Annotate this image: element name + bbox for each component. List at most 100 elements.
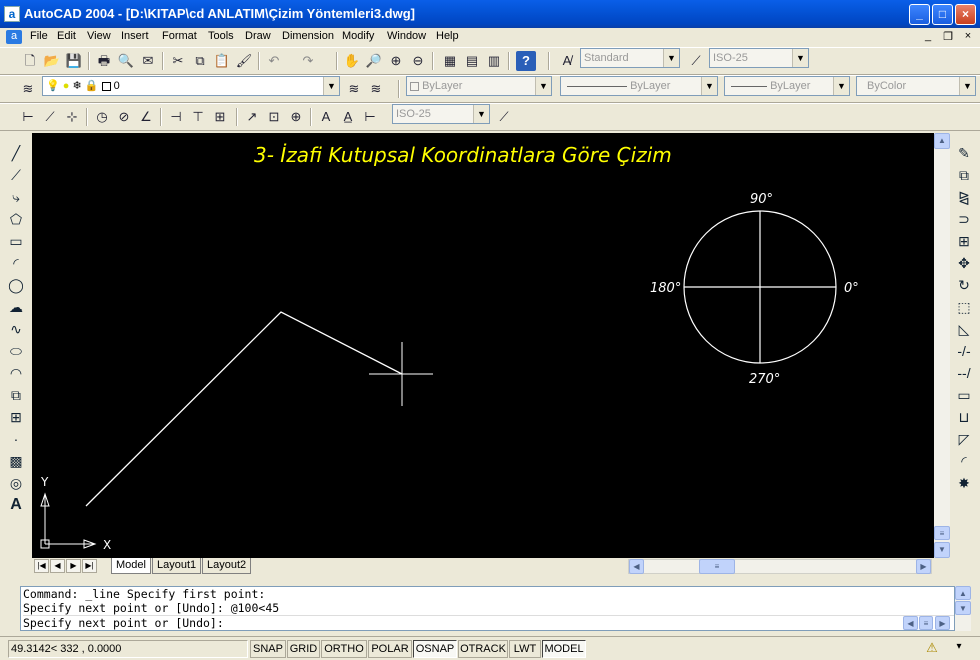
layer-select[interactable]: 💡 ● ❄ 🔒 0 ▼ bbox=[42, 76, 340, 96]
insert-block-icon[interactable]: ⧉ bbox=[5, 384, 27, 406]
cmd-h-thumb[interactable]: ≡ bbox=[919, 616, 933, 630]
scroll-up-icon[interactable]: ▲ bbox=[934, 133, 950, 149]
new-icon[interactable]: 🗋 bbox=[20, 51, 40, 71]
ortho-toggle[interactable]: ORTHO bbox=[321, 640, 367, 658]
design-center-icon[interactable]: ▤ bbox=[462, 51, 482, 71]
tolerance-icon[interactable]: ⊡ bbox=[264, 107, 284, 127]
hatch-icon[interactable]: ▩ bbox=[5, 450, 27, 472]
minimize-button[interactable]: _ bbox=[909, 4, 930, 25]
first-tab-icon[interactable]: |◀ bbox=[34, 559, 49, 573]
diameter-dimension-icon[interactable]: ⊘ bbox=[114, 107, 134, 127]
ordinate-dimension-icon[interactable]: ⊹ bbox=[62, 107, 82, 127]
zoom-previous-icon[interactable]: ⊖ bbox=[408, 51, 428, 71]
text-style-select[interactable]: Standard ▼ bbox=[580, 48, 680, 68]
last-tab-icon[interactable]: ▶| bbox=[82, 559, 97, 573]
paste-icon[interactable]: 📋 bbox=[212, 51, 232, 71]
explode-icon[interactable]: ✸ bbox=[953, 472, 975, 494]
osnap-toggle[interactable]: OSNAP bbox=[413, 640, 457, 658]
chevron-down-icon[interactable]: ▼ bbox=[473, 105, 489, 123]
erase-icon[interactable]: ✎ bbox=[953, 142, 975, 164]
scroll-thumb[interactable]: ≡ bbox=[934, 526, 950, 540]
cmd-scroll-down-icon[interactable]: ▼ bbox=[955, 601, 971, 615]
horizontal-scrollbar[interactable]: ◀ ≡ ▶ bbox=[628, 559, 932, 574]
trim-icon[interactable]: -/- bbox=[953, 340, 975, 362]
autocad-app-icon[interactable]: a bbox=[4, 6, 20, 22]
chamfer-icon[interactable]: ◸ bbox=[953, 428, 975, 450]
plot-style-select[interactable]: ByColor ▼ bbox=[856, 76, 976, 96]
tab-layout1[interactable]: Layout1 bbox=[152, 558, 202, 574]
make-object-layer-current-icon[interactable]: ≋ bbox=[344, 79, 364, 99]
close-button[interactable]: × bbox=[955, 4, 976, 25]
linear-dimension-icon[interactable]: ⊢ bbox=[18, 107, 38, 127]
doc-minimize-icon[interactable]: _ bbox=[920, 30, 936, 44]
drawing-canvas[interactable]: 3- İzafi Kutupsal Koordinatlara Göre Çiz… bbox=[32, 133, 934, 558]
break-at-point-icon[interactable]: ▭ bbox=[953, 384, 975, 406]
status-menu-icon[interactable]: ▾ bbox=[950, 641, 968, 657]
move-icon[interactable]: ✥ bbox=[953, 252, 975, 274]
maximize-button[interactable]: □ bbox=[932, 4, 953, 25]
dim-style-select-2[interactable]: ISO-25 ▼ bbox=[392, 104, 490, 124]
angular-dimension-icon[interactable]: ∠ bbox=[136, 107, 156, 127]
chevron-down-icon[interactable]: ▼ bbox=[535, 77, 551, 95]
zoom-realtime-icon[interactable]: 🔎 bbox=[364, 51, 384, 71]
ellipse-arc-icon[interactable]: ◠ bbox=[5, 362, 27, 384]
rotate-icon[interactable]: ↻ bbox=[953, 274, 975, 296]
lineweight-select[interactable]: ByLayer ▼ bbox=[724, 76, 850, 96]
help-icon[interactable]: ? bbox=[516, 51, 536, 71]
tool-palettes-icon[interactable]: ▥ bbox=[484, 51, 504, 71]
dimension-text-edit-icon[interactable]: A̲ bbox=[338, 107, 358, 127]
menu-draw[interactable]: Draw bbox=[245, 30, 271, 42]
dimension-style-manager-icon[interactable]: ⟋ bbox=[494, 107, 514, 127]
prev-tab-icon[interactable]: ◀ bbox=[50, 559, 65, 573]
layer-previous-icon[interactable]: ≋ bbox=[366, 79, 386, 99]
text-style-icon[interactable]: A̸ bbox=[557, 51, 577, 71]
document-icon[interactable]: a bbox=[6, 30, 22, 44]
circle-icon[interactable]: ◯ bbox=[5, 274, 27, 296]
aligned-dimension-icon[interactable]: ⟋ bbox=[40, 107, 60, 127]
scale-icon[interactable]: ⬚ bbox=[953, 296, 975, 318]
scroll-right-icon[interactable]: ▶ bbox=[916, 559, 931, 574]
pan-icon[interactable]: ✋ bbox=[342, 51, 362, 71]
menu-tools[interactable]: Tools bbox=[208, 30, 234, 42]
match-properties-icon[interactable]: 🖌 bbox=[234, 51, 254, 71]
ellipse-icon[interactable]: ⬭ bbox=[5, 340, 27, 362]
copy-object-icon[interactable]: ⧉ bbox=[953, 164, 975, 186]
arc-icon[interactable]: ◜ bbox=[5, 252, 27, 274]
chevron-down-icon[interactable]: ▼ bbox=[792, 49, 808, 67]
model-toggle[interactable]: MODEL bbox=[542, 640, 586, 658]
chevron-down-icon[interactable]: ▼ bbox=[663, 49, 679, 67]
array-icon[interactable]: ⊞ bbox=[953, 230, 975, 252]
menu-edit[interactable]: Edit bbox=[57, 30, 76, 42]
lwt-toggle[interactable]: LWT bbox=[509, 640, 541, 658]
line-icon[interactable]: ╱ bbox=[5, 142, 27, 164]
continue-dimension-icon[interactable]: ⊞ bbox=[210, 107, 230, 127]
drawn-line[interactable] bbox=[85, 311, 403, 507]
otrack-toggle[interactable]: OTRACK bbox=[458, 640, 508, 658]
vertical-scrollbar[interactable]: ▲ ≡ ▼ bbox=[934, 133, 950, 558]
radius-dimension-icon[interactable]: ◷ bbox=[92, 107, 112, 127]
region-icon[interactable]: ◎ bbox=[5, 472, 27, 494]
linetype-select[interactable]: ByLayer ▼ bbox=[560, 76, 718, 96]
mirror-icon[interactable]: ⧎ bbox=[953, 186, 975, 208]
plot-icon[interactable]: 🖶 bbox=[94, 51, 114, 71]
dimension-edit-icon[interactable]: A bbox=[316, 107, 336, 127]
open-icon[interactable]: 📂 bbox=[42, 51, 62, 71]
color-select[interactable]: ByLayer ▼ bbox=[406, 76, 552, 96]
dimension-style-icon[interactable]: ⟋ bbox=[686, 51, 706, 71]
offset-icon[interactable]: ⊃ bbox=[953, 208, 975, 230]
menu-dimension[interactable]: Dimension bbox=[282, 30, 334, 42]
quick-leader-icon[interactable]: ↗ bbox=[242, 107, 262, 127]
save-icon[interactable]: 💾 bbox=[64, 51, 84, 71]
command-prompt[interactable]: Specify next point or [Undo]: bbox=[23, 615, 954, 630]
construction-line-icon[interactable]: ⟋ bbox=[5, 164, 27, 186]
cmd-scroll-right-icon[interactable]: ▶ bbox=[935, 616, 950, 630]
communication-center-icon[interactable]: ⚠ bbox=[922, 640, 942, 658]
polygon-icon[interactable]: ⬠ bbox=[5, 208, 27, 230]
chevron-down-icon[interactable]: ▼ bbox=[701, 77, 717, 95]
menu-modify[interactable]: Modify bbox=[342, 30, 374, 42]
cut-icon[interactable]: ✂ bbox=[168, 51, 188, 71]
menu-help[interactable]: Help bbox=[436, 30, 459, 42]
multiline-text-icon[interactable]: A bbox=[5, 494, 27, 516]
grid-toggle[interactable]: GRID bbox=[287, 640, 320, 658]
break-icon[interactable]: ⊔ bbox=[953, 406, 975, 428]
